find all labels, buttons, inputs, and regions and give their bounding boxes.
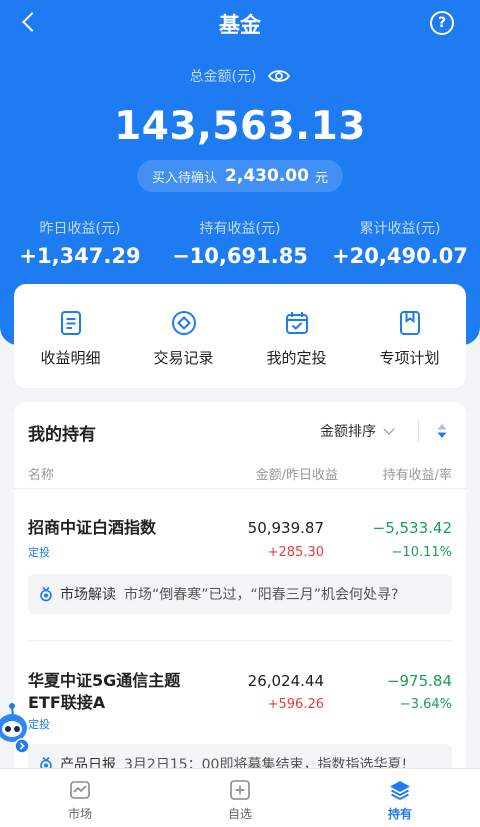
add-square-icon [230, 780, 250, 800]
mascot-assistant-icon[interactable] [0, 700, 32, 756]
help-icon[interactable]: ? [430, 11, 454, 35]
stat-label: 累计收益(元) [359, 221, 441, 237]
medal-icon [40, 586, 52, 602]
eye-icon[interactable] [268, 69, 291, 83]
stat-value: −10,691.85 [172, 244, 308, 268]
market-icon [70, 781, 90, 799]
pending-confirmation-pill[interactable]: 买入待确认 2,430.00 元 [137, 160, 343, 192]
quick-action-label: 我的定投 [266, 349, 327, 367]
total-amount-label: 总金额(元) [189, 69, 257, 85]
total-label-row: 总金额(元) [0, 66, 480, 86]
fund-name: 招商中证白酒指数 [28, 518, 157, 537]
divider [418, 420, 419, 442]
sip-tag: 定投 [28, 546, 50, 559]
chevron-down-icon [383, 423, 395, 435]
quick-action-label: 专项计划 [379, 349, 440, 367]
stat-label: 昨日收益(元) [39, 221, 121, 237]
fund-yesterday-income: +285.30 [267, 545, 324, 560]
fund-holding-rate: −3.64% [399, 697, 452, 712]
column-amount: 金额/昨日收益 [255, 468, 338, 483]
stat-label: 持有收益(元) [199, 221, 281, 237]
sort-dropdown[interactable]: 金额排序 [320, 421, 395, 441]
divider [14, 488, 466, 489]
fund-name-line1: 华夏中证5G通信主题 [28, 671, 181, 690]
fund-yesterday-income: +596.26 [267, 697, 324, 712]
quick-action-my-sip[interactable]: 我的定投 [240, 284, 353, 388]
page-title: 基金 [219, 13, 261, 37]
top-bar: 基金 ? [0, 0, 480, 46]
quick-action-income-detail[interactable]: 收益明细 [14, 284, 127, 388]
tip-text: 市场“倒春寒”已过，“阳春三月”机会何处寻? [124, 587, 399, 603]
quick-action-special-plan[interactable]: 专项计划 [353, 284, 466, 388]
holdings-card: 我的持有 金额排序 名称 金额/昨日收益 持有收益/率 招商中证白酒指数 定投 … [14, 402, 466, 802]
document-icon [60, 311, 81, 335]
diamond-circle-icon [171, 311, 196, 335]
bottom-tab-bar: 市场 自选 持有 [0, 768, 480, 827]
stat-value: +1,347.29 [19, 244, 141, 268]
quick-action-label: 交易记录 [153, 349, 214, 367]
tab-label: 自选 [227, 807, 252, 821]
divider [28, 640, 452, 641]
stat-holding: 持有收益(元) −10,691.85 [160, 218, 320, 268]
fund-holding-profit: −975.84 [386, 672, 452, 690]
tab-label: 持有 [387, 807, 412, 821]
market-insight-tip[interactable]: 市场解读 市场“倒春寒”已过，“阳春三月”机会何处寻? [28, 574, 452, 614]
tip-kind: 市场解读 [60, 587, 116, 603]
total-amount-value: 143,563.13 [114, 104, 366, 149]
pending-unit: 元 [314, 170, 328, 186]
pending-label: 买入待确认 [152, 170, 218, 186]
quick-action-trade-records[interactable]: 交易记录 [127, 284, 240, 388]
fund-name-line2: ETF联接A [28, 693, 106, 712]
fund-amount: 50,939.87 [247, 519, 324, 537]
sort-label: 金额排序 [320, 424, 376, 440]
stat-value: +20,490.07 [332, 244, 468, 268]
column-name: 名称 [28, 468, 55, 483]
stat-cumulative: 累计收益(元) +20,490.07 [320, 218, 480, 268]
quick-action-label: 收益明细 [40, 349, 101, 367]
fund-holding-rate: −10.11% [391, 545, 452, 560]
tab-market[interactable]: 市场 [0, 769, 160, 827]
sort-toggle-icon[interactable] [435, 422, 449, 440]
column-profit: 持有收益/率 [382, 468, 452, 483]
quick-actions-card: 收益明细 交易记录 我的定投 专项计划 [14, 284, 466, 388]
tab-watchlist[interactable]: 自选 [160, 769, 320, 827]
holdings-title: 我的持有 [28, 425, 96, 445]
tab-holdings[interactable]: 持有 [320, 769, 480, 827]
calendar-check-icon [285, 312, 308, 334]
fund-holding-profit: −5,533.42 [372, 519, 452, 537]
stat-yesterday: 昨日收益(元) +1,347.29 [0, 218, 160, 268]
bookmark-icon [399, 311, 420, 335]
fund-amount: 26,024.44 [247, 672, 324, 690]
pending-value: 2,430.00 [225, 166, 309, 186]
tab-label: 市场 [67, 807, 92, 821]
layers-icon [390, 781, 410, 801]
